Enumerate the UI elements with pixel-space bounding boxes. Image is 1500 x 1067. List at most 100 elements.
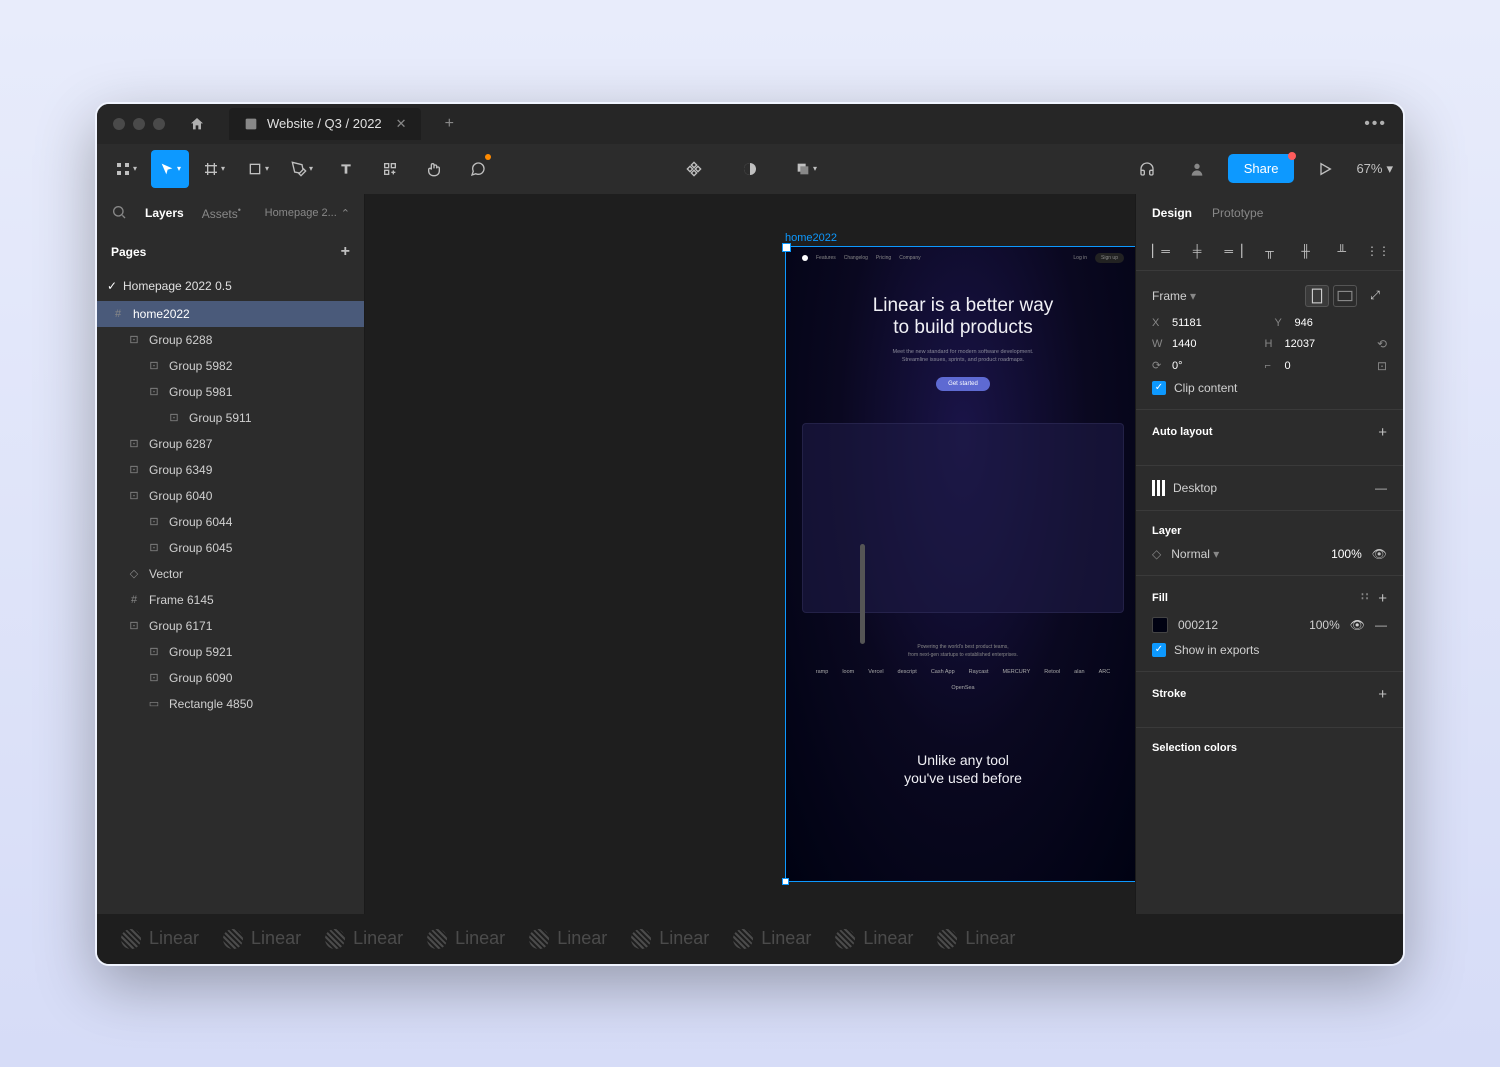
pen-tool[interactable]: ▾ [283,150,321,188]
layer-item[interactable]: #Frame 6145 [97,587,364,613]
layer-item[interactable]: ⊡Group 6287 [97,431,364,457]
frame-type-label[interactable]: Frame ▾ [1152,289,1299,303]
blend-mode-select[interactable]: Normal ▾ [1171,547,1321,561]
scrollbar[interactable] [860,544,865,644]
customer-logo: Raycast [969,669,989,675]
maximize-window-icon[interactable] [153,118,165,130]
shape-tool[interactable]: ▾ [239,150,277,188]
layer-item[interactable]: ⊡Group 5982 [97,353,364,379]
add-stroke-button[interactable]: + [1378,686,1387,703]
layer-item[interactable]: ⊡Group 6349 [97,457,364,483]
fit-icon[interactable]: ⤢ [1363,285,1387,307]
align-top-icon[interactable]: ╥ [1260,242,1278,260]
linear-watermark: Linear [937,928,1015,949]
toolbar-right: Share 67%▾ [1128,150,1393,188]
layer-item[interactable]: ▭Rectangle 4850 [97,691,364,717]
assets-tab[interactable]: Assets• [202,205,241,221]
layer-item[interactable]: ⊡Group 6040 [97,483,364,509]
main-menu-button[interactable]: ▾ [107,150,145,188]
present-button[interactable] [1306,150,1344,188]
radius-input[interactable]: 0 [1284,360,1290,372]
group-icon: ⊡ [127,463,141,477]
blend-drop-icon[interactable]: ◇ [1152,547,1161,561]
share-button[interactable]: Share [1228,154,1295,183]
add-auto-layout-button[interactable]: + [1378,424,1387,441]
lock-aspect-icon[interactable]: ⟲ [1377,337,1387,351]
close-tab-icon[interactable]: ✕ [396,116,407,132]
align-vcenter-icon[interactable]: ╫ [1297,242,1315,260]
page-breadcrumb[interactable]: Homepage 2... ⌃ [265,207,350,220]
site-nav: Features Changelog Pricing Company Log i… [786,247,1135,269]
visibility-icon[interactable]: 👁 [1372,547,1387,561]
layer-item[interactable]: ⊡Group 6045 [97,535,364,561]
layer-item[interactable]: ⊡Group 5921 [97,639,364,665]
layer-item[interactable]: ◇Vector [97,561,364,587]
move-tool[interactable]: ▾ [151,150,189,188]
add-fill-button[interactable]: + [1378,590,1387,607]
fill-opacity-input[interactable]: 100% [1309,618,1340,632]
close-window-icon[interactable] [113,118,125,130]
zoom-control[interactable]: 67%▾ [1356,161,1393,177]
selected-frame[interactable]: Features Changelog Pricing Company Log i… [785,246,1135,882]
audio-icon[interactable] [1128,150,1166,188]
design-tab[interactable]: Design [1152,206,1192,220]
new-tab-button[interactable]: + [435,115,464,133]
mask-icon[interactable] [731,150,769,188]
show-in-exports-checkbox[interactable]: ✓Show in exports [1152,643,1387,657]
layer-item[interactable]: ⊡Group 5911 [97,405,364,431]
portrait-orientation-icon[interactable] [1305,285,1329,307]
add-page-button[interactable]: + [341,243,350,261]
layers-tab[interactable]: Layers [145,206,184,220]
search-icon[interactable] [111,204,127,223]
fill-visibility-icon[interactable]: 👁 [1350,618,1365,632]
canvas[interactable]: home2022 Features Changelog Pricing Comp… [365,194,1135,914]
resources-tool[interactable] [371,150,409,188]
frame-label[interactable]: home2022 [785,232,837,244]
group-icon: ⊡ [127,619,141,633]
prototype-tab[interactable]: Prototype [1212,206,1263,220]
corner-radius-icon[interactable]: ⊡ [1377,359,1387,373]
boolean-icon[interactable]: ▾ [787,150,825,188]
remove-grid-icon[interactable]: — [1375,481,1387,495]
distribute-icon[interactable]: ⋮⋮ [1369,242,1387,260]
y-input[interactable]: 946 [1295,317,1313,329]
alignment-controls: ▏═ ╪ ═▕ ╥ ╫ ╨ ⋮⋮ [1136,232,1403,271]
page-item[interactable]: Homepage 2022 0.5 [97,271,364,301]
layer-item[interactable]: ⊡Group 5981 [97,379,364,405]
left-panel: Layers Assets• Homepage 2... ⌃ Pages + H… [97,194,365,914]
rotation-input[interactable]: 0° [1172,360,1183,372]
layer-item[interactable]: ⊡Group 6090 [97,665,364,691]
comment-tool[interactable] [459,150,497,188]
landscape-orientation-icon[interactable] [1333,285,1357,307]
text-tool[interactable] [327,150,365,188]
avatar-icon[interactable] [1178,150,1216,188]
remove-fill-icon[interactable]: — [1375,618,1387,632]
clip-content-checkbox[interactable]: ✓Clip content [1152,381,1387,395]
layer-item[interactable]: ⊡Group 6171 [97,613,364,639]
fill-swatch[interactable] [1152,617,1168,633]
group-icon: ⊡ [147,515,161,529]
selection-colors-section: Selection colors [1136,728,1403,778]
fill-hex-input[interactable]: 000212 [1178,618,1299,632]
group-icon: ⊡ [167,411,181,425]
layer-item[interactable]: #home2022 [97,301,364,327]
home-button[interactable] [179,109,215,139]
style-icon[interactable]: ∷ [1361,590,1368,607]
file-tab[interactable]: Website / Q3 / 2022 ✕ [229,108,421,140]
align-left-icon[interactable]: ▏═ [1152,242,1170,260]
layer-item[interactable]: ⊡Group 6288 [97,327,364,353]
component-icon[interactable] [675,150,713,188]
align-bottom-icon[interactable]: ╨ [1333,242,1351,260]
align-right-icon[interactable]: ═▕ [1224,242,1242,260]
h-input[interactable]: 12037 [1284,338,1315,350]
group-icon: ⊡ [127,333,141,347]
hand-tool[interactable] [415,150,453,188]
minimize-window-icon[interactable] [133,118,145,130]
menu-button[interactable]: ••• [1364,115,1387,133]
opacity-input[interactable]: 100% [1331,547,1362,561]
w-input[interactable]: 1440 [1172,338,1196,350]
layer-item[interactable]: ⊡Group 6044 [97,509,364,535]
frame-tool[interactable]: ▾ [195,150,233,188]
align-hcenter-icon[interactable]: ╪ [1188,242,1206,260]
x-input[interactable]: 51181 [1172,317,1202,329]
